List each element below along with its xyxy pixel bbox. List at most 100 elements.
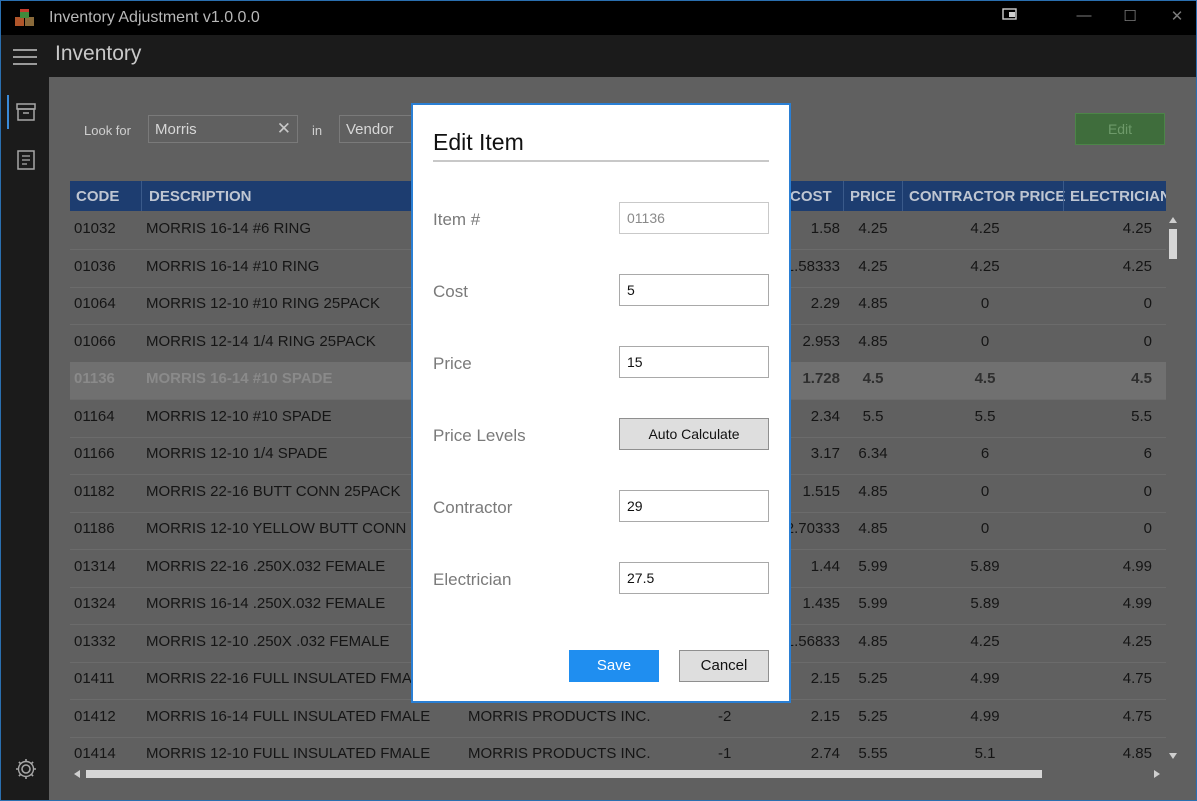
- cell-electrician: 0: [1143, 520, 1152, 537]
- cell-cost: 2.15: [810, 707, 840, 725]
- col-cost[interactable]: COST: [790, 188, 832, 205]
- edit-button[interactable]: Edit: [1075, 113, 1165, 145]
- cancel-button[interactable]: Cancel: [679, 650, 769, 682]
- inventory-box-icon[interactable]: [15, 101, 37, 123]
- nav-rail: [1, 77, 49, 800]
- cell-contractor: 4.5: [974, 370, 996, 387]
- price-field[interactable]: 15: [619, 346, 769, 378]
- cell-electrician: 4.25: [1122, 257, 1152, 275]
- cell-code: 01186: [74, 520, 115, 537]
- cell-price: 5.99: [858, 557, 888, 575]
- cell-code: 01324: [74, 595, 116, 612]
- field-select[interactable]: Vendor: [339, 115, 419, 143]
- cell-electrician: 4.85: [1122, 745, 1152, 762]
- app-header: Inventory: [1, 35, 1196, 77]
- cell-code: 01182: [74, 482, 115, 500]
- cell-price: 4.85: [858, 520, 888, 537]
- cell-desc: MORRIS 12-10 1/4 SPADE: [146, 445, 328, 462]
- cell-contractor: 4.25: [970, 257, 1000, 275]
- electrician-label: Electrician: [433, 570, 512, 589]
- col-code[interactable]: CODE: [76, 188, 119, 205]
- cell-contractor: 0: [980, 332, 990, 350]
- cell-contractor: 0: [980, 482, 990, 500]
- cell-price: 4.25: [858, 220, 888, 237]
- cell-price: 4.85: [858, 332, 888, 350]
- settings-gear-icon[interactable]: [14, 757, 38, 781]
- cell-price: 5.5: [862, 407, 884, 425]
- cell-contractor: 0: [980, 295, 990, 312]
- col-electrician-price[interactable]: ELECTRICIAN P: [1070, 188, 1166, 205]
- clear-icon[interactable]: ✕: [277, 119, 291, 139]
- col-description[interactable]: DESCRIPTION: [149, 188, 252, 205]
- cell-contractor: 5.5: [974, 407, 996, 425]
- cell-contractor: 5.89: [970, 557, 1000, 575]
- cell-contractor: 5.1: [974, 745, 996, 762]
- cost-label: Cost: [433, 282, 468, 301]
- auto-calculate-button[interactable]: Auto Calculate: [619, 418, 769, 450]
- minimize-icon[interactable]: —: [1069, 7, 1099, 24]
- cell-electrician: 6: [1143, 445, 1152, 462]
- look-for-label: Look for: [84, 123, 131, 138]
- cell-contractor: 4.25: [970, 632, 1000, 650]
- cell-desc: MORRIS 22-16 FULL INSULATED FMALE: [146, 670, 431, 687]
- cell-price: 4.25: [858, 257, 888, 275]
- cell-desc: MORRIS 16-14 FULL INSULATED FMALE: [146, 707, 431, 725]
- price-label: Price: [433, 354, 472, 373]
- close-icon[interactable]: ✕: [1162, 7, 1192, 25]
- cell-desc: MORRIS 22-16 BUTT CONN 25PACK: [146, 482, 401, 500]
- cell-contractor: 4.99: [970, 670, 1000, 687]
- cell-desc: MORRIS 22-16 .250X.032 FEMALE: [146, 557, 386, 575]
- cell-contractor: 4.25: [970, 220, 1000, 237]
- cell-code: 01411: [74, 670, 115, 687]
- cell-price: 4.5: [862, 370, 884, 387]
- cell-electrician: 4.75: [1122, 707, 1152, 725]
- cell-cost: 2.74: [810, 745, 840, 762]
- cell-electrician: 4.5: [1131, 370, 1152, 387]
- cell-price: 5.25: [858, 670, 888, 687]
- cell-desc: MORRIS 12-10 FULL INSULATED FMALE: [146, 745, 431, 762]
- app-window: Inventory Adjustment v1.0.0.0 — ☐ ✕ Inve…: [0, 0, 1197, 801]
- cell-vendor: MORRIS PRODUCTS INC.: [468, 745, 651, 762]
- contractor-field[interactable]: 29: [619, 490, 769, 522]
- cell-desc: MORRIS 16-14 .250X.032 FEMALE: [146, 595, 386, 612]
- col-contractor-price[interactable]: CONTRACTOR PRICE: [909, 188, 1065, 205]
- cell-price: 6.34: [858, 445, 888, 462]
- cell-vendor: MORRIS PRODUCTS INC.: [468, 707, 651, 725]
- cell-price: 5.55: [858, 745, 888, 762]
- cell-electrician: 4.75: [1122, 670, 1152, 687]
- cell-desc: MORRIS 12-10 #10 SPADE: [146, 407, 332, 425]
- cell-electrician: 0: [1143, 295, 1152, 312]
- cell-code: 01314: [74, 557, 116, 575]
- document-icon[interactable]: [15, 149, 37, 171]
- maximize-icon[interactable]: ☐: [1115, 7, 1145, 25]
- cell-electrician: 4.25: [1122, 220, 1152, 237]
- hamburger-icon[interactable]: [13, 49, 37, 67]
- cell-code: 01036: [74, 257, 116, 275]
- cell-code: 01136: [74, 370, 115, 387]
- horizontal-scrollbar[interactable]: [70, 767, 1166, 781]
- cost-field[interactable]: 5: [619, 274, 769, 306]
- cell-electrician: 5.5: [1131, 407, 1152, 425]
- cell-code: 01414: [74, 745, 116, 762]
- cell-contractor: 4.99: [970, 707, 1000, 725]
- edit-item-dialog: Edit Item Item # 01136 Cost 5 Price 15 P…: [411, 103, 791, 703]
- contractor-label: Contractor: [433, 498, 513, 517]
- vertical-scrollbar[interactable]: [1166, 213, 1180, 769]
- cell-price: 4.85: [858, 482, 888, 500]
- table-row[interactable]: 01412 MORRIS 16-14 FULL INSULATED FMALE MO…: [70, 700, 1166, 738]
- cell-code: 01066: [74, 332, 116, 350]
- cell-desc: MORRIS 12-14 1/4 RING 25PACK: [146, 332, 376, 350]
- electrician-field[interactable]: 27.5: [619, 562, 769, 594]
- save-button[interactable]: Save: [569, 650, 659, 682]
- cell-desc: MORRIS 12-10 YELLOW BUTT CONN 25P: [146, 520, 438, 537]
- cell-desc: MORRIS 16-14 #6 RING: [146, 220, 312, 237]
- search-input-value: Morris: [155, 121, 197, 138]
- dialog-title: Edit Item: [433, 129, 524, 155]
- cell-code: 01164: [74, 407, 115, 425]
- col-price[interactable]: PRICE: [850, 188, 896, 205]
- cell-contractor: 0: [980, 520, 990, 537]
- taskbar-icon[interactable]: [995, 7, 1025, 24]
- cell-contractor: 5.89: [970, 595, 1000, 612]
- search-input[interactable]: Morris ✕: [148, 115, 298, 143]
- table-row[interactable]: 01414 MORRIS 12-10 FULL INSULATED FMALE MO…: [70, 737, 1166, 769]
